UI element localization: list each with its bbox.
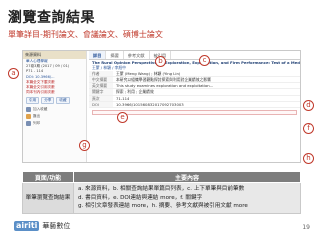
- legend-content: a. 來源資料，b. 相關查詢結果單篇目列表，c. 上下單筆與目前筆數 d. 書…: [73, 182, 301, 214]
- legend-header-content: 主要內容: [73, 171, 301, 183]
- record-meta: 作者 王蒙 (Meng Wang) ; 林穎 (Ying Lin) 中文摘要 本…: [89, 70, 300, 108]
- sidebar: 來源資料 華人心理學報 27卷3期 (2017 / 09 / 01) P71 -…: [23, 51, 87, 162]
- meta-value: 71-114: [116, 95, 130, 101]
- sidebar-action-add[interactable]: 加入收藏: [23, 106, 86, 113]
- legend-function-label: 單筆瀏覽查詢結果: [22, 182, 74, 214]
- record-main: 詳目 摘要 參考文獻 被引用 The Rural Opinion Perspec…: [89, 51, 300, 162]
- callout-b: b: [155, 56, 166, 67]
- record-tabs: 詳目 摘要 參考文獻 被引用: [89, 51, 300, 60]
- sidebar-action-print[interactable]: 列印: [23, 120, 86, 127]
- callout-h: h: [303, 153, 314, 164]
- sidebar-action-label: 列印: [33, 121, 41, 126]
- callout-g: g: [79, 140, 90, 151]
- sidebar-action-export[interactable]: 匯出: [23, 113, 86, 120]
- legend-table: 頁面/功能 主要內容 單筆瀏覽查詢結果 a. 來源資料，b. 相關查詢結果單篇目…: [22, 171, 301, 214]
- logo-mark: airiti: [14, 221, 40, 231]
- logo-text: 華藝數位: [42, 222, 71, 230]
- sidebar-button-row: 引用 分享 收藏: [23, 95, 86, 106]
- callout-a: a: [8, 68, 19, 79]
- tab-abstract[interactable]: 摘要: [106, 51, 124, 59]
- legend-row: 單筆瀏覽查詢結果 a. 來源資料，b. 相關查詢結果單篇目列表，c. 上下單筆與…: [22, 182, 301, 214]
- meta-value: This study examines exploration and expl…: [116, 83, 214, 89]
- callout-d: d: [303, 100, 314, 111]
- meta-key: 中文摘要: [89, 77, 113, 83]
- export-icon: [26, 114, 31, 120]
- tab-references[interactable]: 參考文獻: [124, 51, 150, 59]
- meta-value[interactable]: 10.3966/101560832017092703003: [113, 102, 184, 107]
- legend-line: a. 來源資料，b. 相關查詢結果單篇目列表，c. 上下單筆與目前筆數: [78, 186, 245, 192]
- sidebar-action-label: 加入收藏: [33, 107, 48, 112]
- legend-line: g. 相引文章發表連結 more，h. 摘要、參考文獻與被引用文獻 more: [78, 203, 248, 210]
- slide-subtitle: 單筆詳目-期刊論文、會議論文、碩博士論文: [8, 30, 163, 39]
- sidebar-action-label: 匯出: [33, 114, 41, 119]
- meta-key: 作者: [89, 70, 113, 76]
- print-icon: [26, 121, 31, 127]
- callout-f: f: [303, 123, 314, 134]
- airiti-logo: airiti 華藝數位: [14, 221, 70, 231]
- slide-title: 瀏覽查詢結果: [8, 10, 95, 26]
- meta-row: DOI 10.3966/101560832017092703003: [89, 101, 300, 108]
- sidebar-header: 來源資料: [23, 51, 86, 59]
- tab-details[interactable]: 詳目: [89, 51, 107, 59]
- callout-e: e: [117, 112, 128, 123]
- callout-c: c: [199, 55, 210, 66]
- screenshot-panel: 來源資料 華人心理學報 27卷3期 (2017 / 09 / 01) P71 -…: [22, 50, 301, 163]
- legend-header-row: 頁面/功能 主要內容: [22, 171, 301, 183]
- share-button[interactable]: 分享: [41, 97, 55, 105]
- meta-key: DOI: [89, 101, 113, 107]
- meta-value: 王蒙 (Meng Wang) ; 林穎 (Ying Lin): [116, 70, 181, 76]
- meta-value: 本研究以組織學習觀點探討探索與利用對企業績效之影響: [116, 77, 211, 82]
- legend-header-function: 頁面/功能: [22, 171, 74, 183]
- bookmark-icon: [26, 107, 31, 113]
- favorite-button[interactable]: 收藏: [56, 97, 70, 105]
- meta-key: 頁次: [89, 95, 113, 101]
- cite-button[interactable]: 引用: [26, 97, 40, 105]
- legend-line: d. 書目資料，e. DOI連結與連結 more，f. 關鍵字: [78, 194, 203, 201]
- page-number: 19: [302, 224, 310, 231]
- meta-key: 英文摘要: [89, 83, 113, 89]
- meta-value[interactable]: 探索 ; 利用 ; 企業績效: [113, 89, 154, 94]
- meta-key: 關鍵字: [89, 89, 113, 95]
